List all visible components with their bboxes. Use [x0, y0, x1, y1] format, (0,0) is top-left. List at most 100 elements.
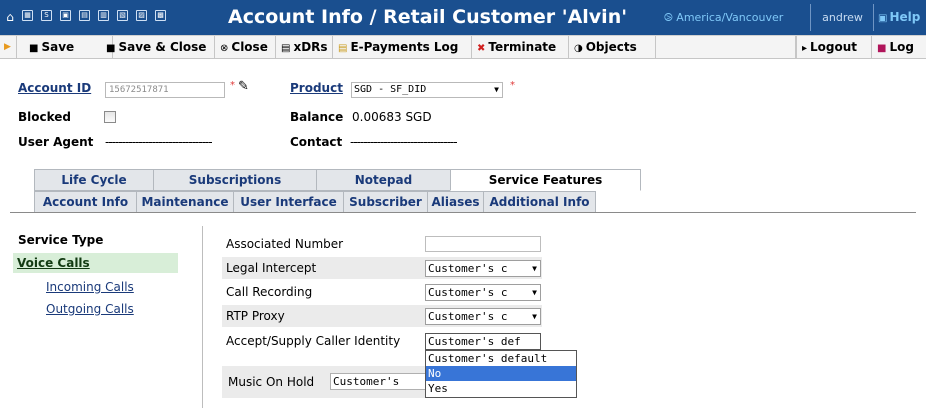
call-recording-label: Call Recording [226, 285, 313, 299]
toolbar-spacer [656, 36, 796, 59]
call-recording-row: Call Recording Customer's c ▼ [222, 281, 542, 303]
log-button[interactable]: ■ Log [872, 36, 926, 59]
quick-icon-4[interactable]: ▤ [79, 10, 90, 21]
chevron-down-icon: ▼ [532, 288, 537, 297]
objects-label: Objects [585, 40, 637, 54]
epayments-label: E-Payments Log [350, 40, 459, 54]
tab-row-bottom: Account Info Maintenance User Interface … [34, 191, 596, 213]
caller-identity-dropdown-list: Customer's default No Yes [425, 350, 577, 398]
close-label: Close [231, 40, 268, 54]
account-id-field[interactable]: 15672517871 [105, 82, 225, 98]
tab-divider [10, 212, 916, 213]
dropdown-option[interactable]: Yes [426, 381, 576, 396]
quick-icon-6[interactable]: ▧ [117, 10, 128, 21]
call-recording-select[interactable]: Customer's c ▼ [425, 284, 541, 301]
help-icon: ▣ [878, 13, 888, 24]
account-id-label[interactable]: Account ID [18, 81, 91, 95]
xdrs-button[interactable]: ▤ xDRs [276, 36, 333, 59]
save-label: Save [41, 40, 75, 54]
home-icon[interactable]: ⌂ [0, 0, 20, 35]
legal-intercept-row: Legal Intercept Customer's c ▼ [222, 257, 542, 279]
logout-icon: ▸ [802, 43, 808, 54]
product-select-value: SGD - SF_DID [354, 84, 427, 95]
tab-account-info[interactable]: Account Info [34, 191, 136, 213]
blocked-label: Blocked [18, 110, 72, 124]
balance-label: Balance [290, 110, 344, 124]
timezone-link[interactable]: ⧁ America/Vancouver [664, 0, 783, 35]
legal-intercept-label: Legal Intercept [226, 261, 317, 275]
rtp-proxy-select[interactable]: Customer's c ▼ [425, 308, 541, 325]
nav-item-incoming-calls[interactable]: Incoming Calls [46, 280, 134, 294]
save-close-label: Save & Close [118, 40, 207, 54]
xdrs-label: xDRs [293, 40, 328, 54]
quick-icon-3[interactable]: ▣ [60, 10, 71, 21]
music-on-hold-value: Customer's [333, 375, 400, 388]
quick-icon-8[interactable]: ▩ [155, 10, 166, 21]
chevron-down-icon: ▼ [532, 264, 537, 273]
objects-icon: ◑ [574, 43, 583, 54]
rtp-proxy-label: RTP Proxy [226, 309, 285, 323]
toolbar: ▶ ■ Save ■ Save & Close ⊗ Close ▤ xDRs ▤ E-Pa… [0, 35, 926, 59]
required-marker: * [230, 80, 235, 91]
tab-subscriptions[interactable]: Subscriptions [153, 169, 316, 191]
titlebar-divider [810, 4, 811, 31]
tab-additional-info[interactable]: Additional Info [483, 191, 596, 213]
logout-button[interactable]: ▸ Logout [796, 36, 872, 59]
blocked-checkbox[interactable] [104, 111, 116, 123]
accept-supply-label: Accept/Supply Caller Identity [226, 334, 401, 348]
quick-icon-5[interactable]: ▥ [98, 10, 109, 21]
quick-icons: ▦ S ▣ ▤ ▥ ▧ ▨ ▩ [22, 10, 166, 21]
tab-aliases[interactable]: Aliases [427, 191, 483, 213]
save-icon: ■ [29, 43, 39, 54]
dropdown-option[interactable]: No [426, 366, 576, 381]
help-link[interactable]: ▣ Help [878, 0, 920, 35]
music-on-hold-select[interactable]: Customer's [330, 373, 426, 390]
required-marker: * [510, 80, 515, 91]
page-title: Account Info / Retail Customer 'Alvin' [228, 6, 628, 28]
user-agent-label: User Agent [18, 135, 94, 149]
rtp-proxy-row: RTP Proxy Customer's c ▼ [222, 305, 542, 327]
terminate-button[interactable]: ✖ Terminate [472, 36, 569, 59]
quick-icon-1[interactable]: ▦ [22, 10, 33, 21]
tab-service-features[interactable]: Service Features [450, 169, 641, 191]
tab-user-interface[interactable]: User Interface [233, 191, 343, 213]
quick-icon-7[interactable]: ▨ [136, 10, 147, 21]
balance-value: 0.00683 SGD [352, 110, 432, 124]
quick-icon-2[interactable]: S [41, 10, 52, 21]
call-recording-value: Customer's c [428, 286, 508, 299]
chevron-down-icon: ▼ [494, 85, 499, 94]
save-close-button[interactable]: ■ Save & Close [101, 36, 215, 59]
accept-supply-value: Customer's def [428, 335, 521, 348]
user-name[interactable]: andrew [814, 0, 871, 35]
tab-life-cycle[interactable]: Life Cycle [34, 169, 153, 191]
nav-item-outgoing-calls[interactable]: Outgoing Calls [46, 302, 134, 316]
epayments-log-button[interactable]: ▤ E-Payments Log [333, 36, 472, 59]
chevron-down-icon: ▼ [532, 312, 537, 321]
associated-number-row: Associated Number [222, 233, 542, 255]
tab-notepad[interactable]: Notepad [316, 169, 450, 191]
close-button[interactable]: ⊗ Close [215, 36, 276, 59]
tab-maintenance[interactable]: Maintenance [136, 191, 233, 213]
accept-supply-select[interactable]: Customer's def [425, 333, 541, 350]
nav-divider [202, 226, 203, 408]
user-agent-value: -------------------------------- [105, 135, 213, 149]
legal-intercept-select[interactable]: Customer's c ▼ [425, 260, 541, 277]
product-label[interactable]: Product [290, 81, 343, 95]
contact-value: -------------------------------- [350, 135, 458, 149]
save-close-icon: ■ [106, 43, 116, 54]
dropdown-option[interactable]: Customer's default [426, 351, 576, 366]
accept-supply-row: Accept/Supply Caller Identity Customer's… [222, 330, 542, 352]
edit-pencil-icon[interactable]: ✎ [238, 79, 249, 94]
toolbar-arrow-icon: ▶ [4, 42, 11, 52]
tab-subscriber[interactable]: Subscriber [343, 191, 427, 213]
product-select[interactable]: SGD - SF_DID ▼ [351, 82, 503, 98]
help-label: Help [889, 10, 921, 24]
associated-number-input[interactable] [425, 236, 541, 252]
music-on-hold-label: Music On Hold [228, 375, 315, 389]
save-button[interactable]: ■ Save [16, 36, 113, 59]
nav-item-voice-calls[interactable]: Voice Calls [13, 253, 178, 273]
title-bar: ⌂ ▦ S ▣ ▤ ▥ ▧ ▨ ▩ Account Info / Retail … [0, 0, 926, 35]
nav-item-label: Voice Calls [17, 256, 90, 270]
log-icon: ■ [877, 43, 887, 54]
objects-button[interactable]: ◑ Objects [569, 36, 656, 59]
